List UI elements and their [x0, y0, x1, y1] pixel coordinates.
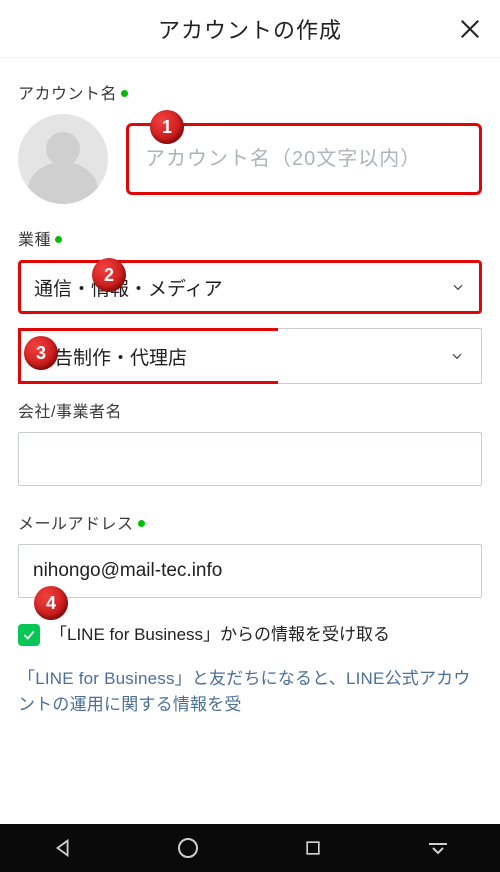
account-name-label: アカウント名 [18, 80, 482, 104]
check-icon [22, 628, 36, 642]
header: アカウントの作成 [0, 0, 500, 58]
nav-dropdown-button[interactable] [416, 826, 460, 870]
email-label: メールアドレス [18, 510, 482, 534]
email-input[interactable]: nihongo@mail-tec.info [18, 544, 482, 598]
account-name-input[interactable] [145, 148, 463, 171]
company-label: 会社/事業者名 [18, 398, 482, 422]
consent-row: 「LINE for Business」からの情報を受け取る [18, 622, 482, 648]
consent-text: 「LINE for Business」からの情報を受け取る [50, 622, 390, 648]
avatar-body-icon [28, 162, 98, 204]
required-dot-icon [138, 520, 145, 527]
info-text: 「LINE for Business」と友だちになると、LINE公式アカウントの… [18, 666, 482, 719]
annotation-marker-3: 3 [24, 336, 58, 370]
nav-recent-button[interactable] [291, 826, 335, 870]
close-icon [459, 18, 481, 40]
android-navbar [0, 824, 500, 872]
annotation-marker-2: 2 [92, 258, 126, 292]
required-dot-icon [121, 90, 128, 97]
annotation-marker-1: 1 [150, 110, 184, 144]
industry-primary-value: 通信・情報・メディア [34, 274, 223, 301]
nav-back-button[interactable] [41, 826, 85, 870]
chevron-down-icon [449, 348, 465, 364]
company-input[interactable] [18, 432, 482, 486]
down-arrow-icon [426, 836, 450, 860]
nav-home-button[interactable] [166, 826, 210, 870]
form-content: アカウント名 業種 通信・情報・メディア 広告制作・代理店 会社/事業者名 [0, 58, 500, 824]
circle-home-icon [176, 836, 200, 860]
page-title: アカウントの作成 [158, 13, 342, 45]
page-root: 1 2 3 4 アカウントの作成 アカウント名 業種 通信・情報・メディア [0, 0, 500, 872]
industry-secondary-select[interactable]: 広告制作・代理店 [18, 328, 482, 384]
account-name-row [18, 114, 482, 204]
consent-checkbox[interactable] [18, 624, 40, 646]
industry-secondary-right [278, 328, 482, 384]
industry-primary-select[interactable]: 通信・情報・メディア [18, 260, 482, 314]
required-dot-icon [55, 236, 62, 243]
triangle-back-icon [52, 837, 74, 859]
square-recent-icon [303, 838, 323, 858]
industry-label: 業種 [18, 226, 482, 250]
avatar-placeholder[interactable] [18, 114, 108, 204]
avatar-head-icon [46, 132, 80, 166]
chevron-down-icon [450, 279, 466, 295]
close-button[interactable] [456, 15, 484, 43]
annotation-marker-4: 4 [34, 586, 68, 620]
